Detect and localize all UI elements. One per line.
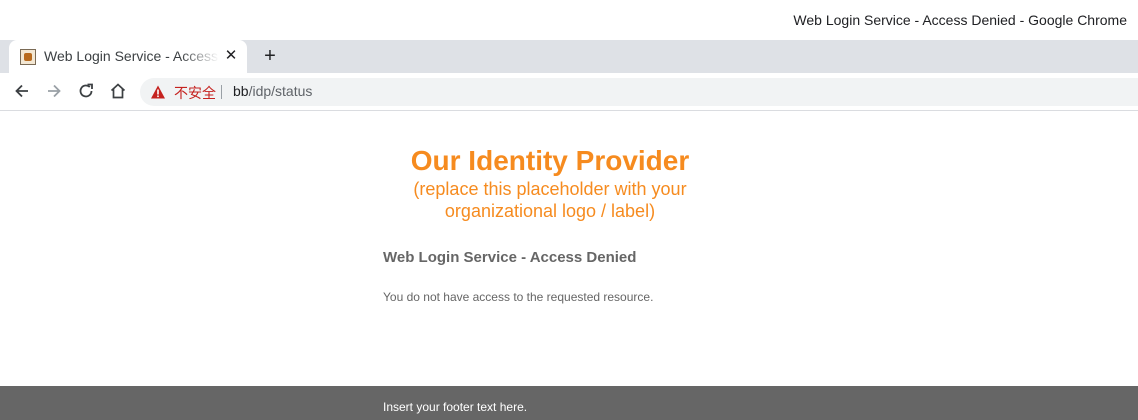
divider — [221, 85, 222, 99]
brand-title: Our Identity Provider — [410, 145, 690, 176]
page-content: Our Identity Provider (replace this plac… — [0, 112, 1138, 386]
page-footer: Insert your footer text here. — [0, 386, 1138, 420]
reload-icon[interactable] — [76, 81, 96, 101]
url-host: bb — [233, 83, 249, 99]
url-text[interactable]: bb/idp/status — [233, 83, 312, 99]
arrow-left-icon[interactable] — [12, 81, 32, 101]
browser-tab[interactable]: Web Login Service - Access Denied ✕ — [9, 40, 247, 73]
tab-title: Web Login Service - Access Denied — [44, 48, 219, 64]
brand-subtitle-line2: organizational logo / label) — [444, 201, 656, 221]
footer-text: Insert your footer text here. — [383, 400, 528, 414]
brand-subtitle: (replace this placeholder with your orga… — [0, 178, 1100, 222]
home-icon[interactable] — [108, 81, 128, 101]
url-path: /idp/status — [248, 83, 313, 99]
close-icon[interactable]: ✕ — [223, 48, 239, 64]
error-message: You do not have access to the requested … — [383, 290, 654, 304]
brand-subtitle-line1: (replace this placeholder with your — [413, 179, 687, 199]
window-titlebar: Web Login Service - Access Denied - Goog… — [0, 0, 1138, 40]
page-heading: Web Login Service - Access Denied — [383, 249, 637, 266]
browser-toolbar: 不安全 bb/idp/status — [0, 73, 1138, 111]
arrow-right-icon[interactable] — [44, 81, 64, 101]
plus-icon[interactable]: + — [260, 46, 280, 66]
address-bar[interactable]: 不安全 bb/idp/status — [140, 78, 1138, 106]
security-status[interactable]: 不安全 — [174, 83, 216, 103]
warning-icon[interactable] — [150, 84, 166, 100]
window-title: Web Login Service - Access Denied - Goog… — [793, 12, 1127, 28]
favicon-icon — [20, 49, 36, 65]
